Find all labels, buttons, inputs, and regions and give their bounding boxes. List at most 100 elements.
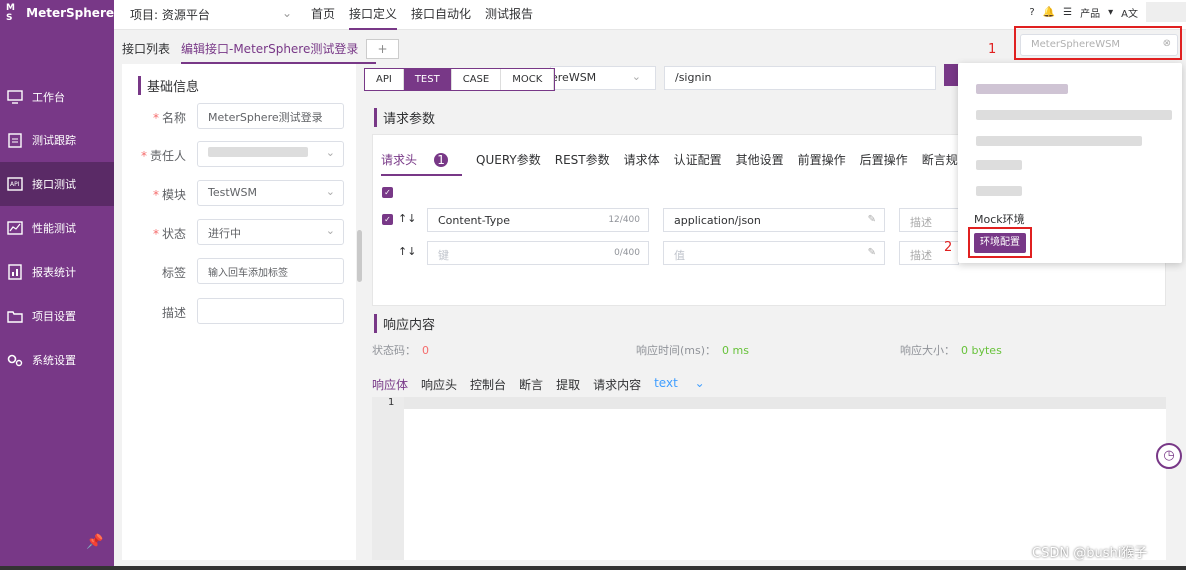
pin-icon[interactable]: 📌: [86, 534, 103, 550]
tab-case[interactable]: CASE: [452, 69, 502, 90]
line-number: 1: [388, 397, 395, 408]
tab-request-content[interactable]: 请求内容: [593, 376, 641, 399]
status-code: 状态码： 0: [372, 344, 429, 357]
mode-tabs: API TEST CASE MOCK: [364, 68, 556, 91]
tab-auth[interactable]: 认证配置: [674, 151, 722, 176]
tab-headers[interactable]: 请求头 1: [381, 151, 463, 176]
tab-rest[interactable]: REST参数: [555, 151, 610, 176]
top-right-tools: ? 🔔 ☰ 产品 ▾ A文: [1021, 0, 1186, 24]
header-key-input[interactable]: Content-Type 12/400: [427, 208, 649, 232]
add-tab-button[interactable]: +: [366, 39, 399, 59]
bell-icon[interactable]: 🔔: [1043, 7, 1055, 18]
format-select[interactable]: text ⌄: [654, 376, 705, 399]
clipboard-icon: [6, 132, 24, 148]
tag-input[interactable]: 输入回车添加标签: [197, 258, 344, 284]
tab-body[interactable]: 请求体: [624, 151, 660, 176]
select-all-checkbox[interactable]: ✓: [382, 187, 393, 198]
nav-api-automation[interactable]: 接口自动化: [411, 0, 471, 30]
help-float-button[interactable]: ◷: [1156, 443, 1182, 469]
highlight-box: [1014, 26, 1182, 60]
project-selector[interactable]: 项目: 资源平台 ⌄: [130, 6, 292, 23]
desc-label: 描述: [161, 306, 186, 320]
name-row: * 名称 MeterSphere测试登录: [122, 103, 356, 129]
status-label: * 状态: [152, 227, 186, 241]
env-option[interactable]: [976, 135, 1142, 147]
logo-text: MeterSphere: [26, 6, 114, 20]
request-subtabs: 请求头 1 QUERY参数 REST参数 请求体 认证配置 其他设置 前置操作 后…: [381, 151, 984, 176]
sidebar-item-workbench[interactable]: 工作台: [0, 75, 114, 119]
env-option[interactable]: [976, 83, 1068, 95]
sidebar-item-project-settings[interactable]: 项目设置: [0, 294, 114, 338]
environment-select[interactable]: ereWSM ⌄: [550, 66, 656, 90]
basic-info-panel: 基础信息 * 名称 MeterSphere测试登录 * 责任人 ⌄ * 模块 Test…: [122, 64, 356, 560]
chevron-down-icon: ⌄: [325, 185, 335, 198]
menu-list-icon[interactable]: ☰: [1063, 7, 1072, 18]
sidebar-item-label: 报表统计: [32, 266, 76, 279]
edit-icon[interactable]: ✎: [868, 247, 876, 258]
row-checkbox[interactable]: ✓: [382, 214, 393, 225]
module-row: * 模块 TestWSM ⌄: [122, 180, 356, 206]
char-count: 0/400: [614, 248, 640, 258]
header-value-input[interactable]: application/json ✎: [663, 208, 885, 232]
tab-edit-label: 编辑接口-MeterSphere测试登录: [181, 42, 359, 56]
chevron-down-icon: ⌄: [631, 70, 641, 83]
sidebar-item-label: 接口测试: [32, 178, 76, 191]
header-value-input[interactable]: 值 ✎: [663, 241, 885, 265]
tab-edit-api[interactable]: 编辑接口-MeterSphere测试登录 ×: [181, 40, 377, 64]
sidebar-item-performance[interactable]: 性能测试: [0, 206, 114, 250]
path-input[interactable]: /signin: [664, 66, 936, 90]
tab-console[interactable]: 控制台: [470, 376, 506, 399]
tab-resp-body[interactable]: 响应体: [372, 376, 409, 399]
name-input[interactable]: MeterSphere测试登录: [197, 103, 344, 129]
scrollbar[interactable]: [357, 230, 362, 282]
language-icon[interactable]: A文: [1121, 5, 1138, 20]
env-option[interactable]: [976, 159, 1022, 171]
caret-down-icon: ▾: [1108, 6, 1114, 18]
sidebar-item-label: 测试跟踪: [32, 134, 76, 147]
nav-home[interactable]: 首页: [311, 0, 335, 30]
desc-textarea[interactable]: [197, 298, 344, 324]
logo-mark-icon: M S: [6, 3, 15, 23]
header-key-input[interactable]: 键 0/400: [427, 241, 649, 265]
bottom-bar: [0, 566, 1186, 570]
tab-extract[interactable]: 提取: [556, 376, 580, 399]
sidebar-item-api-test[interactable]: API 接口测试: [0, 162, 114, 206]
env-option[interactable]: [976, 109, 1172, 121]
module-select[interactable]: TestWSM ⌄: [197, 180, 344, 206]
top-nav: 首页 接口定义 接口自动化 测试报告: [304, 0, 540, 30]
owner-select[interactable]: ⌄: [197, 141, 344, 167]
sort-icon[interactable]: ↑↓: [398, 245, 416, 258]
chevron-down-icon: ⌄: [325, 146, 335, 159]
avatar[interactable]: [1146, 2, 1186, 22]
chevron-down-icon: ⌄: [281, 6, 292, 20]
tab-pre[interactable]: 前置操作: [798, 151, 846, 176]
response-editor[interactable]: 1: [372, 397, 1166, 560]
basic-info-title: 基础信息: [138, 76, 199, 95]
tab-test[interactable]: TEST: [403, 69, 452, 90]
tab-assertions[interactable]: 断言: [519, 376, 543, 399]
editor-gutter: [372, 397, 404, 560]
tab-mock[interactable]: MOCK: [501, 69, 555, 90]
edit-icon[interactable]: ✎: [868, 214, 876, 225]
nav-test-report[interactable]: 测试报告: [485, 0, 533, 30]
product-menu[interactable]: 产品: [1080, 5, 1100, 20]
tab-post[interactable]: 后置操作: [860, 151, 908, 176]
tab-query[interactable]: QUERY参数: [476, 151, 541, 176]
mock-env-option[interactable]: Mock环境: [974, 211, 1025, 227]
sidebar-item-system-settings[interactable]: 系统设置: [0, 338, 114, 382]
sidebar-item-report[interactable]: 报表统计: [0, 250, 114, 294]
nav-api-definition[interactable]: 接口定义: [349, 0, 398, 30]
logo[interactable]: M S MeterSphere: [0, 0, 114, 26]
status-select[interactable]: 进行中 ⌄: [197, 219, 344, 245]
tab-other[interactable]: 其他设置: [736, 151, 784, 176]
sidebar-item-test-track[interactable]: 测试跟踪: [0, 118, 114, 162]
sort-icon[interactable]: ↑↓: [398, 212, 416, 225]
project-label: 项目: 资源平台: [130, 8, 210, 22]
current-line: [404, 397, 1166, 409]
env-option[interactable]: [976, 185, 1022, 197]
tab-api-list[interactable]: 接口列表: [122, 40, 170, 57]
tab-resp-headers[interactable]: 响应头: [421, 376, 457, 399]
tab-api[interactable]: API: [365, 69, 404, 90]
help-icon[interactable]: ?: [1029, 7, 1034, 18]
header-desc-input[interactable]: 描述: [899, 208, 959, 232]
